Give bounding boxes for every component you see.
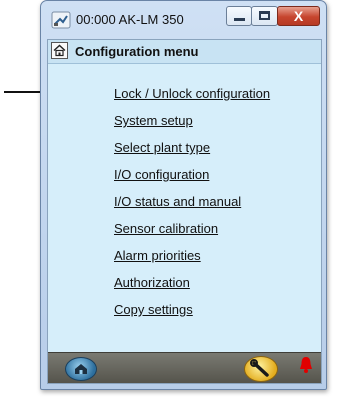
home-button[interactable] <box>51 42 68 59</box>
menu-item-system-setup[interactable]: System setup <box>114 113 193 128</box>
close-button[interactable]: X <box>277 6 320 26</box>
menu-item-io-configuration[interactable]: I/O configuration <box>114 167 209 182</box>
menu-item-copy-settings[interactable]: Copy settings <box>114 302 193 317</box>
window-title: 00:000 AK-LM 350 <box>76 12 184 27</box>
menu-item-lock-unlock-configuration[interactable]: Lock / Unlock configuration <box>114 86 270 101</box>
menu-header: Configuration menu <box>48 40 321 64</box>
menu-item-io-status-and-manual[interactable]: I/O status and manual <box>114 194 241 209</box>
home-circle-icon <box>75 364 87 374</box>
footer-bar <box>48 352 321 383</box>
home-icon <box>53 44 66 57</box>
menu-item-sensor-calibration[interactable]: Sensor calibration <box>114 221 218 236</box>
alarm-bell-icon[interactable] <box>298 355 314 375</box>
menu-item-authorization[interactable]: Authorization <box>114 275 190 290</box>
wrench-icon <box>250 359 269 377</box>
footer-home-button[interactable] <box>65 357 97 381</box>
title-bar[interactable]: 00:000 AK-LM 350 X <box>41 1 326 39</box>
minimize-icon <box>234 18 245 21</box>
network-plug-icon <box>51 11 71 29</box>
maximize-button[interactable] <box>251 6 278 26</box>
menu-title: Configuration menu <box>75 44 199 59</box>
menu-item-select-plant-type[interactable]: Select plant type <box>114 140 210 155</box>
configuration-panel: Configuration menu Lock / Unlock configu… <box>47 39 322 384</box>
service-tool-button[interactable] <box>244 356 278 382</box>
minimize-button[interactable] <box>226 6 252 26</box>
close-icon: X <box>293 8 304 24</box>
app-window: 00:000 AK-LM 350 X Configuration menu Lo… <box>40 0 327 390</box>
maximize-icon <box>259 11 270 20</box>
menu-item-alarm-priorities[interactable]: Alarm priorities <box>114 248 201 263</box>
